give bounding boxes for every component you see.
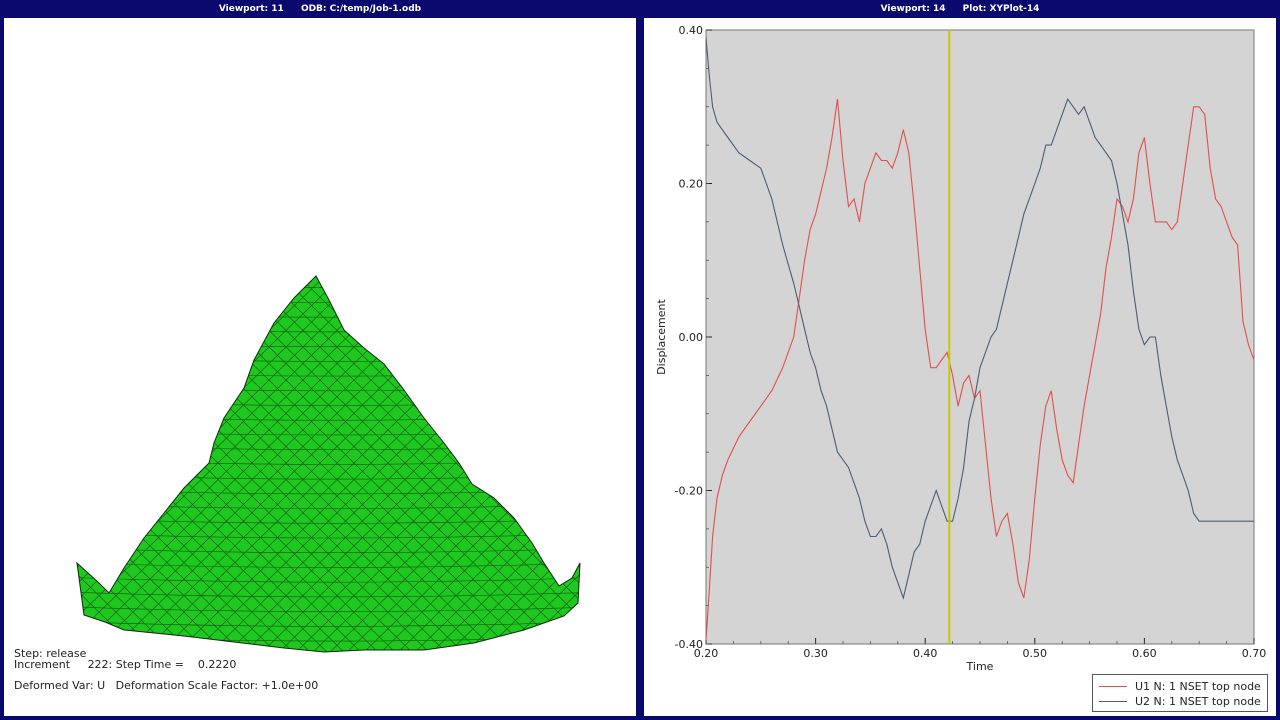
model-canvas[interactable]: Step: release Increment 222: Step Time =… xyxy=(4,18,636,716)
x-tick-label-4: 0.60 xyxy=(1132,647,1157,660)
x-tick-label-1: 0.30 xyxy=(803,647,828,660)
odb-label: ODB: C:/temp/Job-1.odb xyxy=(300,4,422,14)
plot-area[interactable] xyxy=(705,29,1255,645)
deformation-label: Deformed Var: U Deformation Scale Factor… xyxy=(14,679,319,692)
x-axis-label: Time xyxy=(966,660,994,673)
viewport-11-label: Viewport: 11 xyxy=(218,4,284,14)
legend-label-u1: U1 N: 1 NSET top node xyxy=(1135,679,1261,693)
mesh-region xyxy=(77,276,580,652)
legend-swatch-u2 xyxy=(1099,700,1127,702)
legend-swatch-u1 xyxy=(1099,685,1127,687)
x-tick-label-2: 0.40 xyxy=(913,647,938,660)
y-tick-label-2: 0.00 xyxy=(679,331,704,344)
xy-plot[interactable]: 0.20 0.30 0.40 0.50 0.60 0.70 -0.40 -0.20 0.00 0.… xyxy=(644,18,1276,716)
deformed-mesh[interactable] xyxy=(4,18,636,716)
y-tick-label-1: -0.20 xyxy=(675,485,703,498)
increment-label: Increment 222: Step Time = 0.2220 xyxy=(14,658,237,671)
x-tick-label-5: 0.70 xyxy=(1242,647,1267,660)
viewport-14-title-bar[interactable]: Viewport: 14 Plot: XYPlot-14 xyxy=(640,0,1280,18)
legend-item-u2: U2 N: 1 NSET top node xyxy=(1099,694,1261,708)
viewport-11-title-bar[interactable]: Viewport: 11 ODB: C:/temp/Job-1.odb xyxy=(0,0,640,18)
plot-label: Plot: XYPlot-14 xyxy=(962,4,1040,14)
y-tick-label-4: 0.40 xyxy=(679,24,704,37)
y-tick-label-0: -0.40 xyxy=(675,638,703,651)
y-axis-label: Displacement xyxy=(655,299,668,375)
viewport-14-label: Viewport: 14 xyxy=(880,4,946,14)
x-tick-label-3: 0.50 xyxy=(1023,647,1048,660)
viewport-11[interactable]: Viewport: 11 ODB: C:/temp/Job-1.odb Step… xyxy=(0,0,640,720)
legend-item-u1: U1 N: 1 NSET top node xyxy=(1099,679,1261,693)
y-tick-label-3: 0.20 xyxy=(679,178,704,191)
viewport-14[interactable]: Viewport: 14 Plot: XYPlot-14 0.20 0.30 0.4… xyxy=(640,0,1280,720)
legend-label-u2: U2 N: 1 NSET top node xyxy=(1135,694,1261,708)
plot-legend[interactable]: U1 N: 1 NSET top node U2 N: 1 NSET top n… xyxy=(1092,674,1268,712)
xy-plot-canvas[interactable]: 0.20 0.30 0.40 0.50 0.60 0.70 -0.40 -0.20 0.00 0.… xyxy=(644,18,1276,716)
